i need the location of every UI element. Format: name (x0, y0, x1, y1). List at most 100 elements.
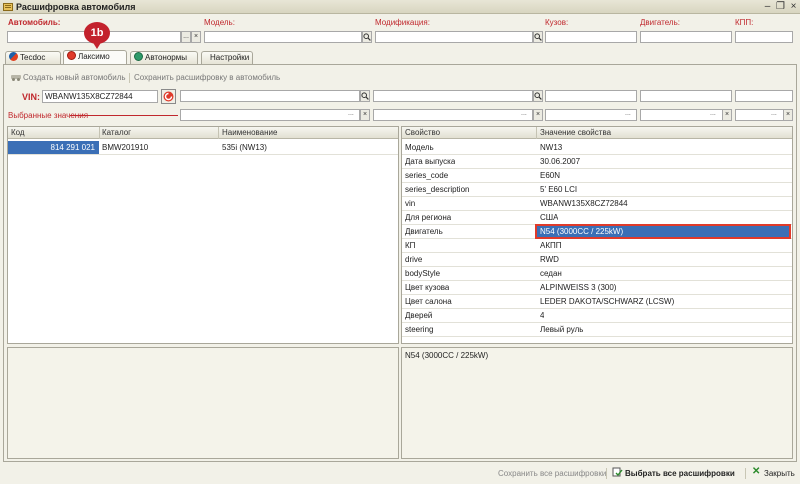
table-row[interactable]: 814 291 021 (8, 141, 99, 155)
selected-select-4[interactable]: ... (710, 110, 716, 117)
toolbar-separator (129, 73, 130, 83)
vin-decode-button[interactable] (161, 89, 176, 104)
minimize-icon[interactable]: – (762, 1, 773, 12)
window-title: Расшифровка автомобиля (16, 2, 136, 12)
col-property-value[interactable]: Значение свойства (540, 128, 611, 137)
cell-value: LEDER DAKOTA/SCHWARZ (LCSW) (540, 297, 675, 306)
table-row[interactable]: Цвет салона LEDER DAKOTA/SCHWARZ (LCSW) (402, 295, 792, 309)
tab-settings[interactable]: Настройки (201, 51, 253, 64)
right-detail-box: N54 (3000CC / 225kW) (401, 347, 793, 459)
vin-field-3[interactable] (373, 90, 533, 102)
cell-value: RWD (540, 255, 559, 264)
save-all-button[interactable]: Сохранить все расшифровки (498, 469, 606, 478)
autonorms-icon (134, 52, 143, 61)
cell-property: vin (405, 199, 416, 208)
cell-property: Дверей (405, 311, 433, 320)
cell-catalog: BMW201910 (102, 143, 149, 152)
cell-value: 5' E60 LCI (540, 185, 578, 194)
model-label: Модель: (204, 18, 235, 27)
table-row[interactable]: series_code E60N (402, 169, 792, 183)
gearbox-field[interactable] (735, 31, 793, 43)
table-row[interactable]: bodyStyle седан (402, 267, 792, 281)
close-window-icon[interactable]: × (788, 1, 799, 12)
modification-label: Модификация: (375, 18, 430, 27)
selected-clear-4[interactable]: × (722, 109, 732, 121)
vin-field-4[interactable] (545, 90, 637, 102)
cell-value: ALPINWEISS 3 (300) (540, 283, 617, 292)
model-field[interactable] (204, 31, 362, 43)
cell-property: bodyStyle (405, 269, 441, 278)
selected-select-3[interactable]: ... (625, 110, 631, 117)
vin-field-6[interactable] (735, 90, 793, 102)
properties-grid[interactable]: Свойство Значение свойства Модель NW13 Да… (401, 126, 793, 344)
selected-clear-2[interactable]: × (533, 109, 543, 121)
cell-property: Для региона (405, 213, 452, 222)
modification-field[interactable] (375, 31, 533, 43)
table-row[interactable]: Дверей 4 (402, 309, 792, 323)
selected-field-3[interactable] (545, 109, 637, 121)
col-property[interactable]: Свойство (405, 128, 440, 137)
selected-select-5[interactable]: ... (771, 110, 777, 117)
detail-text: N54 (3000CC / 225kW) (405, 351, 489, 360)
cell-property: КП (405, 241, 416, 250)
selected-field-1[interactable] (180, 109, 360, 121)
col-catalog[interactable]: Каталог (102, 128, 131, 137)
tab-tecdoc[interactable]: Tecdoc (5, 51, 61, 64)
cell-value: Левый руль (540, 325, 584, 334)
cell-property: series_code (405, 171, 449, 180)
tab-tecdoc-label: Tecdoc (20, 53, 46, 62)
close-button[interactable]: Закрыть (764, 469, 795, 478)
app-icon (3, 3, 13, 11)
car-clear-button[interactable]: × (191, 31, 201, 43)
create-car-button[interactable]: Создать новый автомобиль (23, 73, 126, 82)
body-field[interactable] (545, 31, 637, 43)
tab-settings-label: Настройки (210, 53, 250, 62)
table-row[interactable]: vin WBANW135X8CZ72844 (402, 197, 792, 211)
save-decode-button[interactable]: Сохранить расшифровку в автомобиль (134, 73, 280, 82)
table-row[interactable]: drive RWD (402, 253, 792, 267)
table-row[interactable]: Дата выпуска 30.06.2007 (402, 155, 792, 169)
car-label: Автомобиль: (8, 18, 61, 27)
table-row[interactable]: Модель NW13 (402, 141, 792, 155)
catalog-grid[interactable]: Код Каталог Наименование 814 291 021 BMW… (7, 126, 399, 344)
search-icon (363, 33, 371, 41)
model-search-button[interactable] (362, 31, 372, 43)
car-select-button[interactable]: ... (181, 31, 191, 43)
vin-search-button-2[interactable] (533, 90, 543, 102)
vin-label: VIN: (22, 92, 40, 102)
selected-select-2[interactable]: ... (521, 110, 527, 117)
cell-property: Двигатель (405, 227, 443, 236)
table-row[interactable]: Цвет кузова ALPINWEISS 3 (300) (402, 281, 792, 295)
cell-value-selected[interactable]: N54 (3000CC / 225kW) (535, 224, 791, 239)
selected-clear-5[interactable]: × (783, 109, 793, 121)
selected-field-4[interactable] (640, 109, 732, 121)
select-all-button[interactable]: Выбрать все расшифровки (625, 469, 735, 478)
table-row-rest[interactable]: BMW201910 535i (NW13) (99, 141, 398, 155)
selected-field-2[interactable] (373, 109, 533, 121)
col-code[interactable]: Код (11, 128, 25, 137)
vin-field-2[interactable] (180, 90, 360, 102)
vin-search-button-1[interactable] (360, 90, 370, 102)
tab-autonorms[interactable]: Автонормы (130, 51, 198, 64)
table-row[interactable]: Для региона США (402, 211, 792, 225)
table-row-selected[interactable]: Двигатель N54 (3000CC / 225kW) (402, 224, 792, 239)
selected-clear-1[interactable]: × (360, 109, 370, 121)
search-icon (361, 92, 369, 100)
table-row[interactable]: series_description 5' E60 LCI (402, 183, 792, 197)
engine-field[interactable] (640, 31, 732, 43)
modification-search-button[interactable] (533, 31, 543, 43)
vin-input[interactable]: WBANW135X8CZ72844 (42, 90, 158, 103)
vin-field-5[interactable] (640, 90, 732, 102)
search-icon (534, 33, 542, 41)
selected-select-1[interactable]: ... (348, 110, 354, 117)
cell-value: седан (540, 269, 562, 278)
col-name[interactable]: Наименование (222, 128, 277, 137)
restore-icon[interactable]: ❐ (775, 1, 786, 12)
table-row[interactable]: КП АКПП (402, 239, 792, 253)
cell-property: Цвет салона (405, 297, 452, 306)
table-row[interactable]: steering Левый руль (402, 323, 792, 337)
tab-laximo[interactable]: Лаксимо (63, 50, 127, 64)
laximo-icon (163, 91, 174, 102)
footer-separator (606, 468, 607, 479)
cell-code: 814 291 021 (50, 143, 96, 152)
